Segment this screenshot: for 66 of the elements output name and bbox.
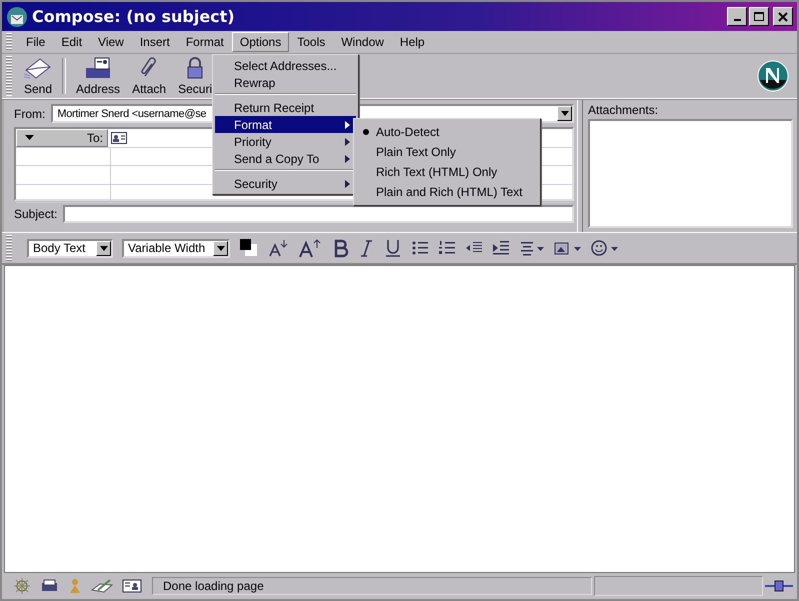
subject-label: Subject:: [14, 207, 58, 221]
menu-option[interactable]: Format: [215, 116, 356, 133]
menu-item[interactable]: View: [90, 32, 132, 52]
mailbox-icon[interactable]: [40, 578, 60, 594]
alignment-icon[interactable]: [519, 239, 545, 257]
app-icon: [6, 6, 28, 28]
close-button[interactable]: [773, 7, 793, 26]
menu-item[interactable]: Edit: [53, 32, 90, 52]
address-type-dropdown[interactable]: To:: [16, 129, 108, 146]
menu-option[interactable]: Plain Text Only: [356, 142, 538, 162]
dropdown-arrow-icon: [100, 246, 108, 250]
menu-option[interactable]: Priority: [215, 133, 356, 150]
minimize-button[interactable]: [727, 7, 747, 26]
navigator-icon[interactable]: [12, 578, 32, 594]
envelope-icon: [24, 56, 52, 80]
indent-icon[interactable]: [492, 239, 510, 257]
padlock-icon: [186, 56, 204, 80]
menu-item[interactable]: Format: [178, 32, 232, 52]
logo-icon: [757, 60, 789, 92]
toolbar-button[interactable]: Address: [70, 56, 126, 96]
maximize-icon: [754, 12, 764, 22]
dropdown-arrow-icon: [25, 135, 34, 140]
decrease-font-size-icon[interactable]: [268, 238, 290, 258]
menu-option[interactable]: Plain and Rich (HTML) Text: [356, 182, 538, 202]
menu-option[interactable]: Security: [215, 175, 356, 192]
paragraph-style-dropdown[interactable]: Body Text: [27, 238, 113, 258]
menu-item[interactable]: Help: [392, 32, 433, 52]
menu-item[interactable]: File: [18, 32, 54, 52]
menu-option[interactable]: Rich Text (HTML) Only: [356, 162, 538, 182]
font-dropdown[interactable]: Variable Width: [122, 238, 230, 258]
menu-item[interactable]: Insert: [132, 32, 178, 52]
numbered-list-icon[interactable]: [438, 239, 456, 257]
dropdown-arrow-icon: [560, 111, 568, 116]
toolbar-button[interactable]: Attach: [126, 56, 172, 96]
address-card-icon: [111, 132, 127, 144]
menu-option[interactable]: Rewrap: [215, 74, 356, 94]
menu-option[interactable]: Return Receipt: [215, 99, 356, 116]
window-title: Compose: (no subject): [32, 7, 235, 26]
pen-icon[interactable]: [90, 578, 114, 594]
text-color-icon[interactable]: [239, 238, 259, 258]
from-label: From:: [14, 106, 46, 120]
menu-item[interactable]: Tools: [289, 32, 334, 52]
close-icon: [778, 12, 788, 22]
increase-font-size-icon[interactable]: [299, 238, 323, 258]
italic-icon[interactable]: [359, 238, 375, 258]
status-text: Done loading page: [152, 577, 592, 595]
minimize-icon: [734, 19, 740, 21]
maximize-button[interactable]: [749, 7, 769, 26]
submenu-arrow-icon: [345, 138, 350, 146]
address-card-icon[interactable]: [122, 578, 142, 594]
dropdown-arrow-icon: [216, 246, 224, 250]
smiley-icon[interactable]: [591, 239, 619, 257]
menu-item[interactable]: Window: [333, 32, 392, 52]
menu-option[interactable]: Auto-Detect: [356, 122, 538, 142]
submenu-arrow-icon: [345, 154, 350, 162]
submenu-arrow-icon: [345, 120, 350, 128]
connection-icon: [765, 579, 793, 593]
bulleted-list-icon[interactable]: [411, 239, 429, 257]
underline-icon[interactable]: [384, 238, 402, 258]
menu-item[interactable]: Options: [232, 32, 290, 52]
attachments-list[interactable]: [588, 119, 793, 228]
attachments-label: Attachments:: [588, 103, 660, 117]
submenu-arrow-icon: [345, 180, 350, 188]
subject-field[interactable]: [63, 205, 574, 223]
bold-icon[interactable]: [332, 238, 350, 258]
toolbar-button[interactable]: Send: [18, 56, 58, 96]
